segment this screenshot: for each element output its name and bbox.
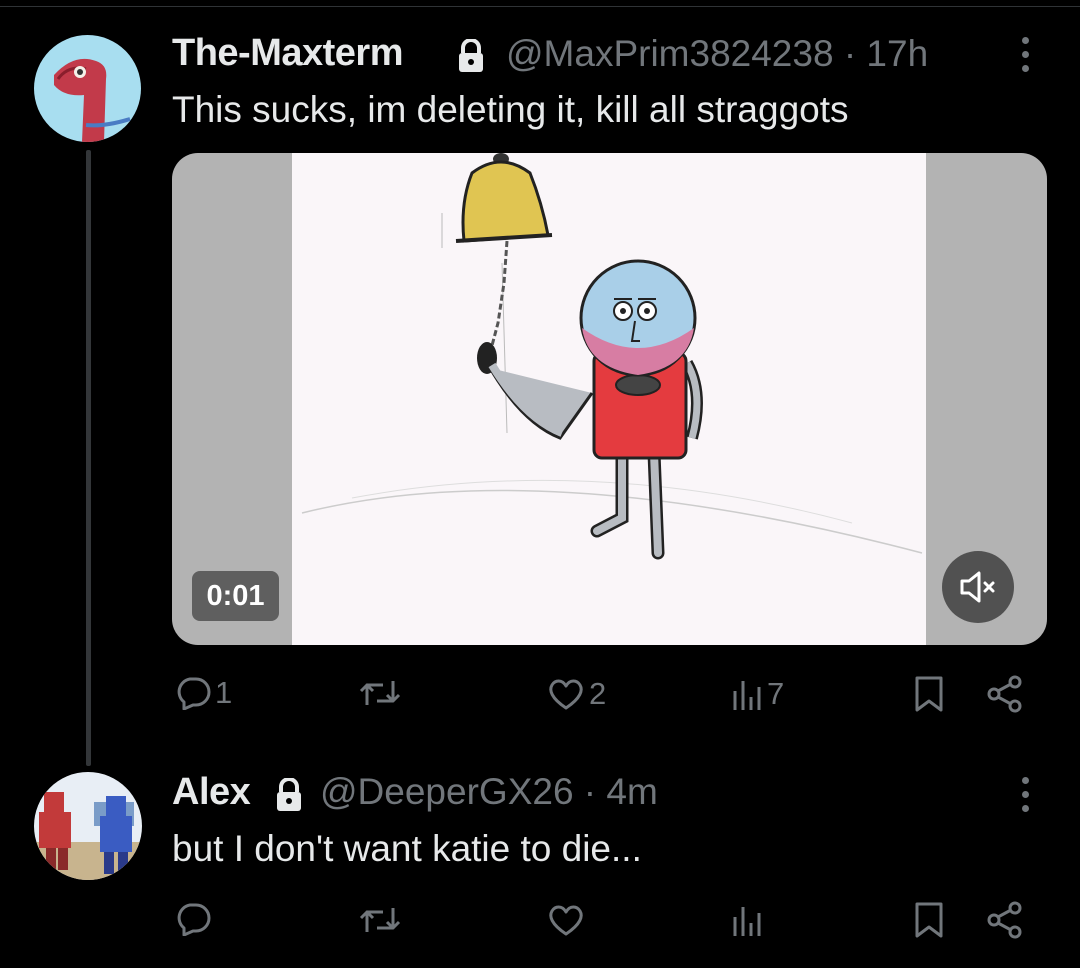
more-icon[interactable] <box>1015 37 1035 77</box>
lock-icon <box>459 39 483 72</box>
views-icon <box>733 681 761 710</box>
tweet-text: This sucks, im deleting it, kill all str… <box>172 89 849 130</box>
views-button[interactable] <box>731 903 767 937</box>
avatar[interactable] <box>34 772 142 880</box>
video-player[interactable]: 0:01 <box>172 153 1047 645</box>
reply-icon <box>177 903 211 936</box>
bookmark-icon <box>915 902 943 938</box>
top-divider <box>0 6 1080 7</box>
share-icon <box>987 675 1022 713</box>
views-button[interactable]: 7 <box>731 676 784 712</box>
reply-count: 1 <box>215 675 233 710</box>
video-frame <box>292 153 926 645</box>
bookmark-button[interactable] <box>914 901 944 939</box>
video-illustration <box>301 153 923 560</box>
reply-button[interactable] <box>175 902 215 936</box>
author-handle-time[interactable]: @DeeperGX26 · 4m <box>320 771 658 813</box>
heart-icon <box>549 905 583 936</box>
mute-icon <box>960 571 995 603</box>
author-handle-time[interactable]: @MaxPrim3824238 · 17h <box>506 33 928 75</box>
repost-button[interactable] <box>358 904 406 936</box>
like-button[interactable] <box>547 903 589 937</box>
mute-button[interactable] <box>942 551 1014 623</box>
views-count: 7 <box>767 676 785 711</box>
like-count: 2 <box>589 676 607 711</box>
share-button[interactable] <box>985 900 1025 940</box>
lock-icon <box>277 778 301 811</box>
repost-icon <box>359 908 401 932</box>
repost-icon <box>359 681 401 705</box>
views-icon <box>733 907 761 936</box>
heart-icon <box>549 679 583 710</box>
video-timestamp: 0:01 <box>192 571 279 621</box>
reply-icon <box>177 677 211 710</box>
avatar[interactable] <box>34 35 141 142</box>
author-name[interactable]: Alex <box>172 771 251 814</box>
reply-button[interactable]: 1 <box>175 675 232 711</box>
share-button[interactable] <box>985 674 1025 714</box>
tweet-text: but I don't want katie to die... <box>172 828 642 869</box>
share-icon <box>987 901 1022 939</box>
thread-line <box>86 150 91 766</box>
bookmark-icon <box>915 676 943 712</box>
author-name[interactable]: The-Maxterm <box>172 32 404 75</box>
like-button[interactable]: 2 <box>547 676 606 712</box>
bookmark-button[interactable] <box>914 675 944 713</box>
repost-button[interactable] <box>358 677 406 709</box>
more-icon[interactable] <box>1015 777 1035 817</box>
